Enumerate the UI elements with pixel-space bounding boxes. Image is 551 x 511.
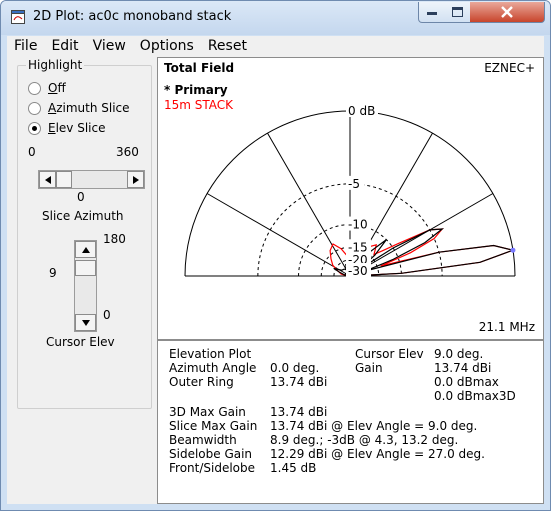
gain-label: Gain (355, 361, 383, 375)
info-panel: Elevation Plot Azimuth Angle 0.0 deg. Ou… (157, 340, 544, 504)
slice-azimuth-min: 0 (28, 145, 36, 159)
plot-window: 2D Plot: ac0c monoband stack File Edit V… (0, 0, 551, 511)
cursor-elev-info-value: 9.0 deg. (434, 347, 484, 361)
arrow-up-icon (81, 246, 90, 253)
maximize-button[interactable] (444, 2, 471, 23)
cursor-elev-label: Cursor Elev (46, 335, 115, 349)
cursor-elev-max: 180 (103, 232, 126, 246)
ring-labels: 0 dB-5-10-15-20-30 (346, 103, 378, 278)
radio-elev-slice-indicator[interactable] (28, 121, 41, 135)
slice-azimuth-value: 0 (77, 190, 85, 204)
outer-ring-label: Outer Ring (169, 375, 234, 389)
arrow-left-icon (44, 175, 51, 184)
ring-label: 0 dB (348, 104, 375, 118)
menu-file[interactable]: File (7, 36, 44, 57)
radio-off-indicator[interactable] (28, 81, 41, 95)
gain-value: 13.74 dBi (434, 361, 492, 375)
minimize-icon (427, 12, 437, 15)
ring-label: -5 (348, 177, 360, 191)
title-bar[interactable]: 2D Plot: ac0c monoband stack (1, 1, 550, 35)
cursor-elev-thumb[interactable] (75, 260, 96, 276)
menu-edit[interactable]: Edit (44, 36, 85, 57)
cursor-elev-info-label: Cursor Elev (355, 347, 424, 361)
azimuth-angle-label: Azimuth Angle (169, 361, 257, 375)
arrow-right-icon (132, 175, 139, 184)
elevation-plot-label: Elevation Plot (169, 347, 252, 361)
slice-azimuth-max: 360 (116, 145, 139, 159)
front-sidelobe-label: Front/Sidelobe (169, 461, 256, 475)
minimize-button[interactable] (418, 2, 446, 23)
slice-azimuth-scrollbar[interactable] (38, 170, 145, 189)
beamwidth-label: Beamwidth (169, 433, 237, 447)
cursor-marker (510, 247, 516, 253)
app-icon (11, 10, 25, 24)
slice-azimuth-label: Slice Azimuth (42, 209, 124, 223)
radio-azimuth-slice-label: Azimuth Slice (48, 101, 130, 115)
close-button[interactable] (470, 2, 545, 23)
scroll-down-button[interactable] (75, 314, 96, 331)
slice-azimuth-thumb[interactable] (56, 171, 72, 188)
window-title: 2D Plot: ac0c monoband stack (33, 9, 232, 24)
outer-ring-value: 13.74 dBi (270, 375, 328, 389)
menu-options[interactable]: Options (133, 36, 201, 57)
radial-120 (267, 132, 351, 277)
menu-bar: File Edit View Options Reset (7, 36, 544, 57)
radio-elev-slice-label: Elev Slice (48, 121, 106, 135)
highlight-group-title: Highlight (26, 58, 85, 72)
scroll-right-button[interactable] (127, 171, 144, 188)
polar-plot[interactable]: 0 dB-5-10-15-20-30 (158, 58, 543, 339)
radio-elev-slice[interactable]: Elev Slice (28, 120, 106, 136)
ring-label: -30 (348, 264, 368, 278)
arrow-down-icon (81, 319, 90, 326)
gain-dbmax-value: 0.0 dBmax (434, 375, 499, 389)
cursor-elev-scrollbar[interactable] (74, 240, 97, 332)
ring-label: -10 (348, 218, 368, 232)
maximize-icon (451, 7, 463, 17)
max-gain-3d-value: 13.74 dBi (270, 405, 328, 419)
menu-reset[interactable]: Reset (201, 36, 254, 57)
slice-max-gain-label: Slice Max Gain (169, 419, 258, 433)
plot-panel[interactable]: Total Field EZNEC+ * Primary 15m STACK 2… (157, 57, 544, 340)
cursor-elev-min: 0 (103, 308, 111, 322)
radio-off-label: Off (48, 81, 66, 95)
front-sidelobe-value: 1.45 dB (270, 461, 317, 475)
radio-azimuth-slice[interactable]: Azimuth Slice (28, 100, 130, 116)
beamwidth-value: 8.9 deg.; -3dB @ 4.3, 13.2 deg. (270, 433, 459, 447)
scroll-up-button[interactable] (75, 241, 96, 258)
slice-max-gain-value: 13.74 dBi @ Elev Angle = 9.0 deg. (270, 419, 478, 433)
close-icon (501, 6, 513, 18)
client-area: Highlight Off Azimuth Slice Elev Slice 0… (7, 57, 544, 504)
scroll-left-button[interactable] (39, 171, 56, 188)
gain-dbmax3d-value: 0.0 dBmax3D (434, 389, 516, 403)
menu-view[interactable]: View (86, 36, 133, 57)
radio-off[interactable]: Off (28, 80, 66, 96)
sidelobe-gain-value: 12.29 dBi @ Elev Angle = 27.0 deg. (270, 447, 485, 461)
azimuth-angle-value: 0.0 deg. (270, 361, 320, 375)
highlight-group: Highlight Off Azimuth Slice Elev Slice 0… (17, 58, 152, 409)
radial-150 (206, 193, 351, 277)
radio-azimuth-slice-indicator[interactable] (28, 101, 41, 115)
sidelobe-gain-label: Sidelobe Gain (169, 447, 253, 461)
max-gain-3d-label: 3D Max Gain (169, 405, 246, 419)
cursor-elev-value: 9 (49, 266, 57, 280)
